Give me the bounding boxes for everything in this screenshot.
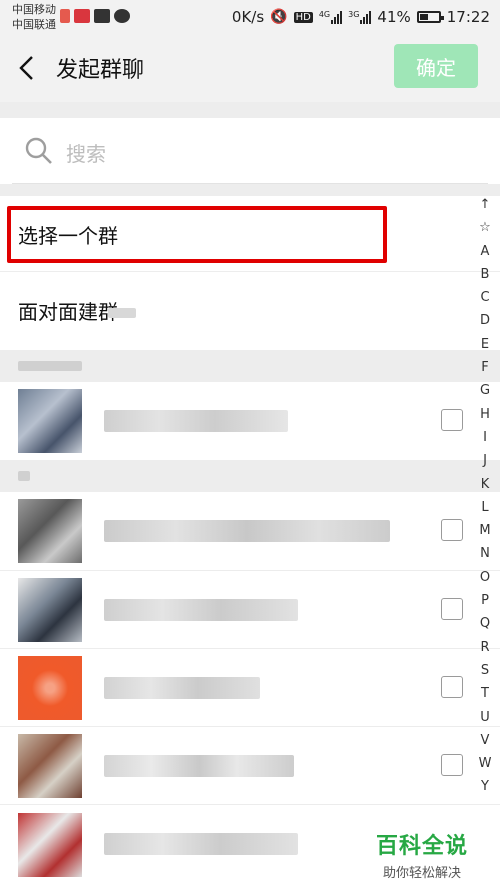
network-speed: 0K/s [231, 8, 265, 26]
contact-row[interactable] [0, 382, 500, 460]
watermark-title: 百科全说 [376, 834, 469, 859]
carrier-2: 中国联通 [12, 18, 56, 31]
index-letter[interactable]: S [474, 659, 496, 682]
index-letter[interactable]: K [474, 473, 496, 496]
signal-2: 3G [348, 10, 372, 24]
select-checkbox[interactable] [441, 409, 463, 431]
index-letter[interactable]: C [474, 286, 496, 309]
index-letter[interactable]: M [474, 519, 496, 542]
index-letter[interactable]: T [474, 682, 496, 705]
chat-icon [114, 9, 130, 23]
search-bar[interactable]: 搜索 [0, 118, 500, 184]
avatar [18, 813, 82, 877]
face-to-face-row[interactable]: 面对面建群 [0, 272, 500, 350]
avatar [18, 734, 82, 798]
contact-row[interactable] [0, 571, 500, 648]
select-checkbox[interactable] [441, 676, 463, 698]
status-right: 0K/s 🔇 HD 4G 3G 41% 17:22 [232, 8, 490, 26]
index-letter[interactable]: U [474, 706, 496, 729]
net-label-1: 4G [318, 10, 331, 19]
index-letter[interactable]: L [474, 496, 496, 519]
battery-percent: 41% [377, 8, 411, 26]
index-letter[interactable]: P [474, 589, 496, 612]
index-letter[interactable]: D [474, 309, 496, 332]
contact-name-blurred [104, 410, 288, 432]
index-letter[interactable]: H [474, 403, 496, 426]
watermark: 百科全说 助你轻松解决 [376, 828, 468, 881]
app-icon [74, 9, 90, 23]
net-label-2: 3G [348, 10, 360, 19]
index-letter[interactable]: E [474, 333, 496, 356]
index-letter[interactable]: I [474, 426, 496, 449]
blurred-text [108, 308, 136, 318]
confirm-button[interactable]: 确定 [394, 44, 478, 88]
avatar [18, 656, 82, 720]
location-icon [60, 9, 70, 23]
avatar [18, 389, 82, 453]
contact-name-blurred [104, 833, 298, 855]
notification-icons [60, 9, 130, 23]
section-header [0, 460, 470, 492]
contact-name-blurred [104, 520, 390, 542]
avatar [18, 499, 82, 563]
search-underline [12, 183, 488, 184]
index-letter[interactable]: O [474, 566, 496, 589]
briefcase-icon [94, 9, 110, 23]
index-letter[interactable]: ☆ [474, 216, 496, 239]
index-letter[interactable]: V [474, 729, 496, 752]
contact-name-blurred [104, 677, 260, 699]
signal-1: 4G [318, 10, 343, 24]
app-header: 发起群聊 确定 [0, 34, 500, 102]
blurred-text [18, 361, 82, 371]
index-letter[interactable]: N [474, 542, 496, 565]
contact-name-blurred [104, 599, 298, 621]
mute-icon: 🔇 [270, 9, 288, 25]
status-bar: 中国移动 中国联通 0K/s 🔇 HD 4G 3G 41% 17:22 [0, 0, 500, 34]
index-letter[interactable]: Y [474, 775, 496, 798]
contact-name-blurred [104, 755, 294, 777]
watermark-subtitle: 助你轻松解决 [383, 866, 462, 881]
contact-row[interactable] [0, 649, 500, 726]
contact-row[interactable] [0, 492, 500, 570]
clock: 17:22 [446, 8, 490, 26]
contact-row[interactable] [0, 727, 500, 804]
index-letter[interactable]: R [474, 636, 496, 659]
select-checkbox[interactable] [441, 519, 463, 541]
index-letter[interactable]: A [474, 240, 496, 263]
blurred-text [18, 471, 30, 481]
battery-icon [416, 11, 444, 23]
index-letter[interactable]: G [474, 379, 496, 402]
index-letter[interactable]: B [474, 263, 496, 286]
index-letter[interactable]: ↑ [474, 193, 496, 216]
select-checkbox[interactable] [441, 754, 463, 776]
index-letter[interactable]: F [474, 356, 496, 379]
alphabet-index[interactable]: ↑ ☆ A B C D E F G H I J K L M N O P Q R S T U V W Y [474, 193, 496, 799]
page-title: 发起群聊 [56, 58, 145, 83]
back-arrow-icon[interactable] [16, 54, 40, 82]
highlight-box [7, 206, 387, 263]
select-checkbox[interactable] [441, 598, 463, 620]
avatar [18, 578, 82, 642]
index-letter[interactable]: W [474, 752, 496, 775]
index-letter[interactable]: Q [474, 612, 496, 635]
face-to-face-label: 面对面建群 [18, 300, 118, 324]
index-letter[interactable]: J [474, 449, 496, 472]
search-input[interactable]: 搜索 [66, 138, 106, 167]
hd-badge: HD [293, 11, 313, 23]
carrier-1: 中国移动 [12, 3, 56, 16]
search-icon [24, 136, 54, 170]
carrier-info: 中国移动 中国联通 [12, 2, 56, 32]
section-header [0, 350, 470, 382]
